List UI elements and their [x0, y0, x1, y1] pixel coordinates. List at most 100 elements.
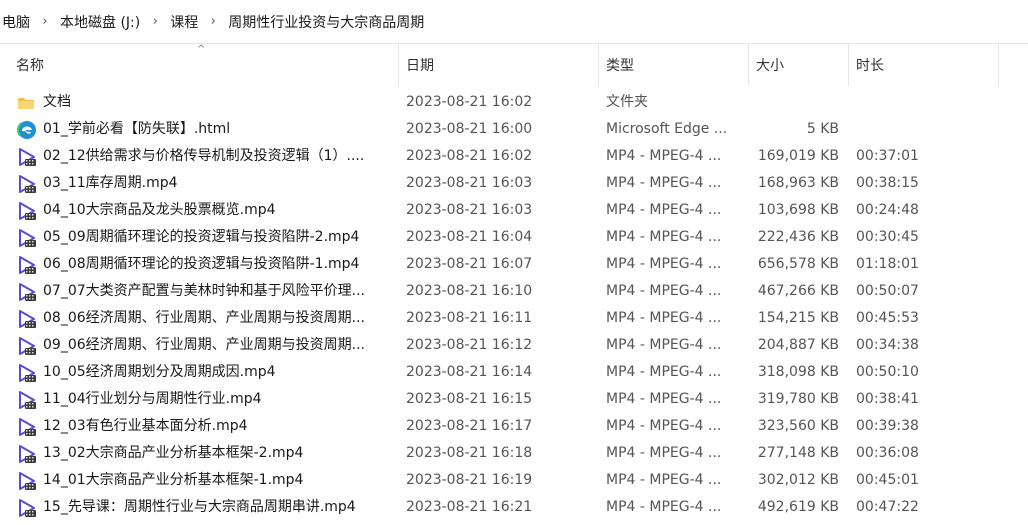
file-name[interactable]: 11_04行业划分与周期性行业.mp4 [43, 386, 391, 413]
file-row[interactable]: 10_05经济周期划分及周期成因.mp4 2023-08-21 16:14 MP4 … [0, 359, 1028, 386]
column-header-size[interactable]: 大小 [748, 44, 848, 86]
file-size: 319,780 KB [757, 391, 839, 407]
video-file-icon [17, 143, 39, 170]
video-file-icon [17, 278, 39, 305]
file-date: 2023-08-21 16:02 [406, 94, 533, 110]
file-duration: 00:39:38 [856, 418, 919, 434]
file-duration: 00:38:15 [856, 175, 919, 191]
file-type: MP4 - MPEG-4 ... [606, 202, 722, 218]
file-date: 2023-08-21 16:03 [406, 202, 533, 218]
video-file-icon [17, 251, 39, 278]
column-header-date[interactable]: 日期 [398, 44, 598, 86]
file-date: 2023-08-21 16:21 [406, 499, 533, 515]
file-size: 323,560 KB [757, 418, 839, 434]
video-file-icon [17, 467, 39, 494]
file-type: MP4 - MPEG-4 ... [606, 175, 722, 191]
file-type: MP4 - MPEG-4 ... [606, 499, 722, 515]
file-name[interactable]: 15_先导课：周期性行业与大宗商品周期串讲.mp4 [43, 494, 391, 521]
chevron-right-icon[interactable]: › [34, 8, 56, 36]
column-header-duration[interactable]: 时长 [848, 44, 998, 86]
file-name[interactable]: 08_06经济周期、行业周期、产业周期与投资周期... [43, 305, 391, 332]
file-row[interactable]: 03_11库存周期.mp4 2023-08-21 16:03 MP4 - MPEG-… [0, 170, 1028, 197]
file-size: 277,148 KB [757, 445, 839, 461]
file-size: 222,436 KB [757, 229, 839, 245]
file-duration: 00:38:41 [856, 391, 919, 407]
file-type: MP4 - MPEG-4 ... [606, 472, 722, 488]
breadcrumb-item-courses[interactable]: 课程 [166, 8, 202, 36]
file-type: MP4 - MPEG-4 ... [606, 418, 722, 434]
column-divider[interactable] [998, 44, 999, 86]
column-header-type[interactable]: 类型 [598, 44, 748, 86]
file-duration [856, 116, 996, 143]
file-row[interactable]: 06_08周期循环理论的投资逻辑与投资陷阱-1.mp4 2023-08-21 16… [0, 251, 1028, 278]
file-list: 文档 2023-08-21 16:02 文件夹 01_学前必看【防失联】.html 20… [0, 89, 1028, 521]
file-type: MP4 - MPEG-4 ... [606, 256, 722, 272]
file-name[interactable]: 05_09周期循环理论的投资逻辑与投资陷阱-2.mp4 [43, 224, 391, 251]
file-duration: 00:24:48 [856, 202, 919, 218]
file-date: 2023-08-21 16:12 [406, 337, 533, 353]
file-size: 103,698 KB [757, 202, 839, 218]
file-name[interactable]: 12_03有色行业基本面分析.mp4 [43, 413, 391, 440]
file-date: 2023-08-21 16:11 [406, 310, 533, 326]
file-row[interactable]: 13_02大宗商品产业分析基本框架-2.mp4 2023-08-21 16:18 M… [0, 440, 1028, 467]
file-duration: 00:36:08 [856, 445, 919, 461]
file-row[interactable]: 12_03有色行业基本面分析.mp4 2023-08-21 16:17 MP4 - … [0, 413, 1028, 440]
breadcrumb-item-computer[interactable]: 电脑 [0, 8, 34, 36]
column-header-row: ^ 名称 日期 类型 大小 时长 [0, 44, 1028, 86]
file-name[interactable]: 文档 [43, 89, 391, 116]
video-file-icon [17, 494, 39, 521]
file-duration: 00:30:45 [856, 229, 919, 245]
file-date: 2023-08-21 16:17 [406, 418, 533, 434]
file-duration: 00:50:10 [856, 364, 919, 380]
file-row[interactable]: 11_04行业划分与周期性行业.mp4 2023-08-21 16:15 MP4 -… [0, 386, 1028, 413]
file-name[interactable]: 06_08周期循环理论的投资逻辑与投资陷阱-1.mp4 [43, 251, 391, 278]
chevron-right-icon[interactable]: › [144, 8, 166, 36]
file-date: 2023-08-21 16:00 [406, 121, 533, 137]
column-header-name[interactable]: 名称 [8, 44, 398, 86]
file-name[interactable]: 04_10大宗商品及龙头股票概览.mp4 [43, 197, 391, 224]
file-type: MP4 - MPEG-4 ... [606, 364, 722, 380]
file-row[interactable]: 07_07大类资产配置与美林时钟和基于风险平价理... 2023-08-21 16… [0, 278, 1028, 305]
file-date: 2023-08-21 16:19 [406, 472, 533, 488]
file-row[interactable]: 文档 2023-08-21 16:02 文件夹 [0, 89, 1028, 116]
file-row[interactable]: 08_06经济周期、行业周期、产业周期与投资周期... 2023-08-21 16… [0, 305, 1028, 332]
file-size: 154,215 KB [757, 310, 839, 326]
file-row[interactable]: 14_01大宗商品产业分析基本框架-1.mp4 2023-08-21 16:19 M… [0, 467, 1028, 494]
breadcrumb-item-drive[interactable]: 本地磁盘 (J:) [56, 8, 144, 36]
file-type: MP4 - MPEG-4 ... [606, 445, 722, 461]
file-size [746, 89, 839, 116]
video-file-icon [17, 440, 39, 467]
file-name[interactable]: 10_05经济周期划分及周期成因.mp4 [43, 359, 391, 386]
file-row[interactable]: 09_06经济周期、行业周期、产业周期与投资周期... 2023-08-21 16… [0, 332, 1028, 359]
file-date: 2023-08-21 16:04 [406, 229, 533, 245]
file-name[interactable]: 01_学前必看【防失联】.html [43, 116, 391, 143]
file-name[interactable]: 14_01大宗商品产业分析基本框架-1.mp4 [43, 467, 391, 494]
video-file-icon [17, 197, 39, 224]
file-size: 492,619 KB [757, 499, 839, 515]
file-row[interactable]: 02_12供给需求与价格传导机制及投资逻辑（1）.... 2023-08-21 1… [0, 143, 1028, 170]
file-name[interactable]: 13_02大宗商品产业分析基本框架-2.mp4 [43, 440, 391, 467]
chevron-right-icon[interactable]: › [202, 8, 224, 36]
file-name[interactable]: 03_11库存周期.mp4 [43, 170, 391, 197]
file-type: MP4 - MPEG-4 ... [606, 229, 722, 245]
file-type: Microsoft Edge ... [606, 121, 728, 137]
file-name[interactable]: 07_07大类资产配置与美林时钟和基于风险平价理... [43, 278, 391, 305]
file-name[interactable]: 02_12供给需求与价格传导机制及投资逻辑（1）.... [43, 143, 391, 170]
breadcrumb-item-current-folder[interactable]: 周期性行业投资与大宗商品周期 [224, 8, 428, 36]
file-type: 文件夹 [606, 94, 648, 110]
file-size: 467,266 KB [757, 283, 839, 299]
file-type: MP4 - MPEG-4 ... [606, 391, 722, 407]
video-file-icon [17, 413, 39, 440]
file-row[interactable]: 04_10大宗商品及龙头股票概览.mp4 2023-08-21 16:03 MP4 … [0, 197, 1028, 224]
file-date: 2023-08-21 16:02 [406, 148, 533, 164]
video-file-icon [17, 224, 39, 251]
file-type: MP4 - MPEG-4 ... [606, 283, 722, 299]
file-row[interactable]: 01_学前必看【防失联】.html 2023-08-21 16:00 Microso… [0, 116, 1028, 143]
edge-browser-icon [17, 116, 39, 143]
file-row[interactable]: 15_先导课：周期性行业与大宗商品周期串讲.mp4 2023-08-21 16:2… [0, 494, 1028, 521]
file-size: 5 KB [806, 121, 839, 137]
file-duration: 00:45:01 [856, 472, 919, 488]
breadcrumb: 电脑 › 本地磁盘 (J:) › 课程 › 周期性行业投资与大宗商品周期 [0, 0, 1028, 44]
file-row[interactable]: 05_09周期循环理论的投资逻辑与投资陷阱-2.mp4 2023-08-21 16… [0, 224, 1028, 251]
file-name[interactable]: 09_06经济周期、行业周期、产业周期与投资周期... [43, 332, 391, 359]
